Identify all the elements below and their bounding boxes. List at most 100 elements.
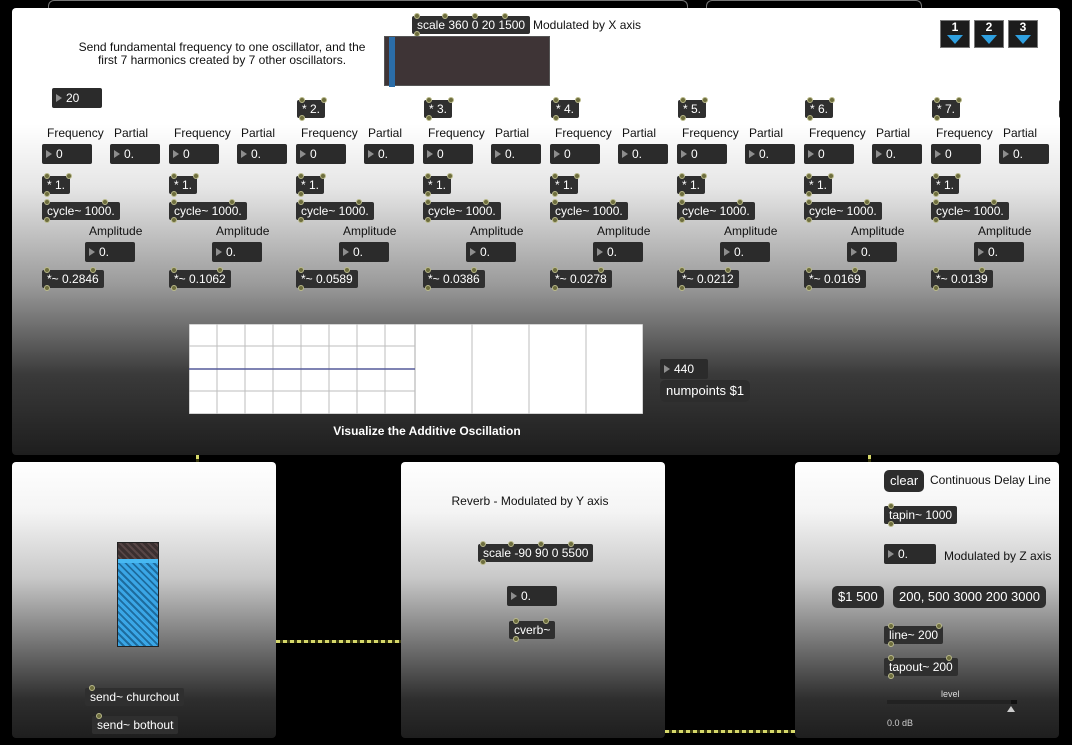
amplitude-label: Amplitude [851,224,905,238]
gain-object[interactable]: *~ 0.0139 [931,267,993,291]
partial-number[interactable]: 0. [110,144,160,164]
z-axis-caption: Modulated by Z axis [944,549,1052,563]
send-churchout-object[interactable]: send~ churchout [85,685,185,706]
numpoints-number[interactable]: 440 [660,359,708,379]
level-meter[interactable] [117,542,159,647]
multiply-object[interactable]: * 1. [169,173,199,197]
gain-label: *~ 0.0278 [555,272,607,286]
gain-object[interactable]: *~ 0.0386 [423,267,485,291]
multiply-label: * 1. [47,178,66,192]
amplitude-number[interactable]: 0. [339,242,389,262]
spectrum-display [415,324,643,414]
ramp-message[interactable]: $1 500 [832,586,884,608]
amplitude-number[interactable]: 0. [85,242,135,262]
multiply-object[interactable]: * 1. [804,173,834,197]
frequency-label: Frequency [936,126,993,140]
cycle-object[interactable]: cycle~ 1000. [804,199,882,223]
partial-label: Partial [749,126,784,140]
cycle-object[interactable]: cycle~ 1000. [42,199,120,223]
amplitude-number[interactable]: 0. [466,242,516,262]
harmonic-multiplier-object[interactable]: * 8. [1059,100,1060,118]
cycle-label: cycle~ 1000. [682,204,750,218]
cycle-label: cycle~ 1000. [174,204,242,218]
send-bothout-object[interactable]: send~ bothout [92,713,179,734]
gain-object[interactable]: *~ 0.0212 [677,267,739,291]
meter-fill [118,559,158,646]
multiply-object[interactable]: * 1. [677,173,707,197]
amplitude-label: Amplitude [597,224,651,238]
gain-object[interactable]: *~ 0.2846 [42,267,104,291]
amplitude-number[interactable]: 0. [593,242,643,262]
patch-cord [276,640,402,643]
multiply-label: * 1. [936,178,955,192]
amplitude-number[interactable]: 0. [847,242,897,262]
partial-number[interactable]: 0. [872,144,922,164]
frequency-number[interactable]: 0 [423,144,473,164]
frequency-number[interactable]: 0 [296,144,346,164]
ramp-list-message[interactable]: 200, 500 3000 200 3000 [893,586,1046,608]
oscillator-column-1: Frequency Partial 0 0. * 1. cycle~ 1000. Ampli… [42,8,167,308]
partial-number[interactable]: 0. [745,144,795,164]
multiply-object[interactable]: * 1. [296,173,326,197]
additive-synth-panel: scale 360 0 20 1500 Modulated by X axis … [12,8,1060,455]
send-bothout-label: send~ bothout [97,718,174,732]
visualize-caption: Visualize the Additive Oscillation [333,424,521,438]
tapout-object[interactable]: tapout~ 200 [884,655,958,679]
frequency-number[interactable]: 0 [677,144,727,164]
tapout-label: tapout~ 200 [889,660,953,674]
clear-message[interactable]: clear [884,470,925,492]
reverb-value-number[interactable]: 0. [507,586,557,606]
amplitude-number[interactable]: 0. [974,242,1024,262]
tapin-object[interactable]: tapin~ 1000 [884,503,958,527]
line-object[interactable]: line~ 200 [884,623,944,647]
multiply-object[interactable]: * 1. [42,173,72,197]
amplitude-label: Amplitude [89,224,143,238]
amplitude-number[interactable]: 0. [212,242,262,262]
frequency-label: Frequency [682,126,739,140]
gain-object[interactable]: *~ 0.0169 [804,267,866,291]
partial-number[interactable]: 0. [364,144,414,164]
reverb-title: Reverb - Modulated by Y axis [451,494,609,508]
multiply-label: * 1. [682,178,701,192]
partial-number[interactable]: 0. [618,144,668,164]
gain-label: *~ 0.0139 [936,272,988,286]
gain-label: *~ 0.0169 [809,272,861,286]
amplitude-number[interactable]: 0. [720,242,770,262]
output-panel: send~ churchout send~ bothout [12,462,276,738]
cverb-object[interactable]: cverb~ [509,618,556,642]
cycle-object[interactable]: cycle~ 1000. [296,199,374,223]
cycle-object[interactable]: cycle~ 1000. [550,199,628,223]
frequency-number[interactable]: 0 [931,144,981,164]
partial-label: Partial [622,126,657,140]
delay-value-number[interactable]: 0. [884,544,936,564]
multiply-object[interactable]: * 1. [931,173,961,197]
cycle-object[interactable]: cycle~ 1000. [423,199,501,223]
frequency-number[interactable]: 0 [42,144,92,164]
numpoints-message[interactable]: numpoints $1 [660,380,751,402]
gain-label: *~ 0.2846 [47,272,99,286]
partial-label: Partial [241,126,276,140]
gain-object[interactable]: *~ 0.0278 [550,267,612,291]
oscillator-column-5: * 5. Frequency Partial 0 0. * 1. cycle~ 1000. A… [550,8,708,308]
gain-object[interactable]: *~ 0.1062 [169,267,231,291]
scale-y-object[interactable]: scale -90 90 0 5500 [478,541,594,565]
cycle-object[interactable]: cycle~ 1000. [677,199,755,223]
multiply-object[interactable]: * 1. [423,173,453,197]
oscillation-scope [189,324,415,414]
gain-object[interactable]: *~ 0.0589 [296,267,358,291]
cverb-label: cverb~ [514,623,551,637]
frequency-number[interactable]: 0 [169,144,219,164]
level-slider[interactable] [887,700,1017,712]
cycle-object[interactable]: cycle~ 1000. [169,199,247,223]
background-frame-line [48,0,688,8]
partial-number[interactable]: 0. [999,144,1049,164]
partial-number[interactable]: 0. [491,144,541,164]
frequency-number[interactable]: 0 [550,144,600,164]
multiply-label: * 1. [301,178,320,192]
frequency-label: Frequency [555,126,612,140]
cycle-object[interactable]: cycle~ 1000. [931,199,1009,223]
line-label: line~ 200 [889,628,939,642]
multiply-object[interactable]: * 1. [550,173,580,197]
frequency-number[interactable]: 0 [804,144,854,164]
partial-number[interactable]: 0. [237,144,287,164]
